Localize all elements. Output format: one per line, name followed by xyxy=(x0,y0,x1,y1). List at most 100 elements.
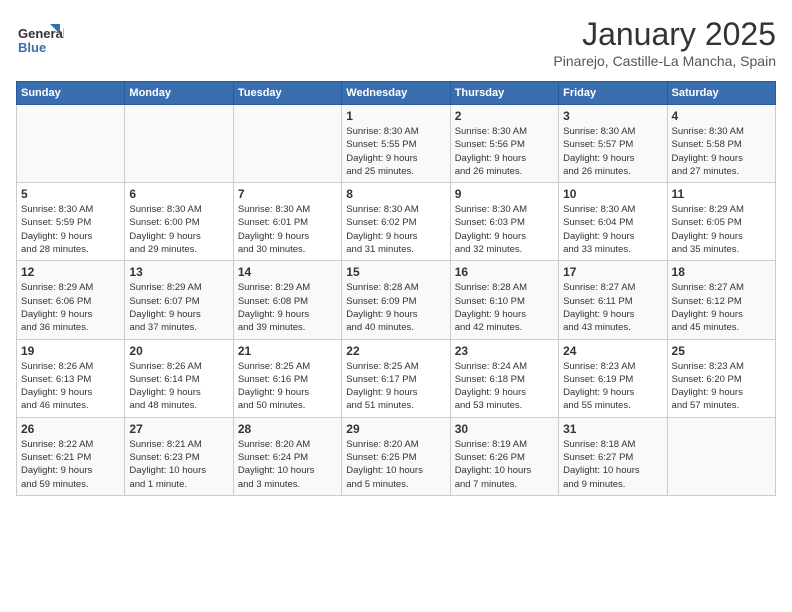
day-detail: Sunrise: 8:18 AM Sunset: 6:27 PM Dayligh… xyxy=(563,438,662,491)
calendar-cell: 9 Sunrise: 8:30 AM Sunset: 6:03 PM Daylig… xyxy=(450,183,558,261)
logo-icon: General Blue xyxy=(16,16,64,64)
calendar-cell: 5 Sunrise: 8:30 AM Sunset: 5:59 PM Daylig… xyxy=(17,183,125,261)
day-number: 9 xyxy=(455,187,554,201)
svg-text:Blue: Blue xyxy=(18,40,46,55)
day-number: 28 xyxy=(238,422,337,436)
day-detail: Sunrise: 8:30 AM Sunset: 5:56 PM Dayligh… xyxy=(455,125,554,178)
calendar-cell: 22 Sunrise: 8:25 AM Sunset: 6:17 PM Dayli… xyxy=(342,339,450,417)
calendar-cell xyxy=(233,105,341,183)
calendar-cell: 8 Sunrise: 8:30 AM Sunset: 6:02 PM Daylig… xyxy=(342,183,450,261)
calendar-cell: 27 Sunrise: 8:21 AM Sunset: 6:23 PM Dayli… xyxy=(125,417,233,495)
calendar-cell: 30 Sunrise: 8:19 AM Sunset: 6:26 PM Dayli… xyxy=(450,417,558,495)
day-number: 10 xyxy=(563,187,662,201)
calendar-cell: 13 Sunrise: 8:29 AM Sunset: 6:07 PM Dayli… xyxy=(125,261,233,339)
day-number: 20 xyxy=(129,344,228,358)
calendar-cell: 23 Sunrise: 8:24 AM Sunset: 6:18 PM Dayli… xyxy=(450,339,558,417)
calendar-cell xyxy=(667,417,775,495)
day-number: 23 xyxy=(455,344,554,358)
calendar-week-row: 12Sunrise: 8:29 AM Sunset: 6:06 PM Dayli… xyxy=(17,261,776,339)
day-number: 24 xyxy=(563,344,662,358)
day-of-week-header: Monday xyxy=(125,82,233,105)
day-detail: Sunrise: 8:30 AM Sunset: 6:03 PM Dayligh… xyxy=(455,203,554,256)
calendar-cell: 12Sunrise: 8:29 AM Sunset: 6:06 PM Dayli… xyxy=(17,261,125,339)
calendar-cell: 19 Sunrise: 8:26 AM Sunset: 6:13 PM Dayli… xyxy=(17,339,125,417)
day-detail: Sunrise: 8:26 AM Sunset: 6:13 PM Dayligh… xyxy=(21,360,120,413)
day-number: 21 xyxy=(238,344,337,358)
location-subtitle: Pinarejo, Castille-La Mancha, Spain xyxy=(553,53,776,69)
day-of-week-header: Friday xyxy=(559,82,667,105)
day-number: 25 xyxy=(672,344,771,358)
day-detail: Sunrise: 8:28 AM Sunset: 6:10 PM Dayligh… xyxy=(455,281,554,334)
day-number: 26 xyxy=(21,422,120,436)
calendar-cell: 17Sunrise: 8:27 AM Sunset: 6:11 PM Dayli… xyxy=(559,261,667,339)
day-detail: Sunrise: 8:28 AM Sunset: 6:09 PM Dayligh… xyxy=(346,281,445,334)
day-of-week-header: Thursday xyxy=(450,82,558,105)
day-number: 3 xyxy=(563,109,662,123)
day-number: 22 xyxy=(346,344,445,358)
day-number: 11 xyxy=(672,187,771,201)
calendar-cell xyxy=(17,105,125,183)
calendar-cell: 3 Sunrise: 8:30 AM Sunset: 5:57 PM Daylig… xyxy=(559,105,667,183)
month-title: January 2025 xyxy=(553,16,776,53)
day-number: 2 xyxy=(455,109,554,123)
day-number: 4 xyxy=(672,109,771,123)
calendar-cell: 21 Sunrise: 8:25 AM Sunset: 6:16 PM Dayli… xyxy=(233,339,341,417)
day-number: 5 xyxy=(21,187,120,201)
page-header: General Blue January 2025 Pinarejo, Cast… xyxy=(16,16,776,69)
day-of-week-header: Sunday xyxy=(17,82,125,105)
day-detail: Sunrise: 8:25 AM Sunset: 6:17 PM Dayligh… xyxy=(346,360,445,413)
day-number: 8 xyxy=(346,187,445,201)
calendar-cell xyxy=(125,105,233,183)
day-number: 19 xyxy=(21,344,120,358)
calendar-cell: 15 Sunrise: 8:28 AM Sunset: 6:09 PM Dayli… xyxy=(342,261,450,339)
calendar-cell: 2 Sunrise: 8:30 AM Sunset: 5:56 PM Daylig… xyxy=(450,105,558,183)
day-detail: Sunrise: 8:30 AM Sunset: 5:57 PM Dayligh… xyxy=(563,125,662,178)
calendar-cell: 31 Sunrise: 8:18 AM Sunset: 6:27 PM Dayli… xyxy=(559,417,667,495)
day-detail: Sunrise: 8:23 AM Sunset: 6:19 PM Dayligh… xyxy=(563,360,662,413)
day-number: 12 xyxy=(21,265,120,279)
day-number: 29 xyxy=(346,422,445,436)
day-number: 17 xyxy=(563,265,662,279)
day-detail: Sunrise: 8:27 AM Sunset: 6:12 PM Dayligh… xyxy=(672,281,771,334)
calendar-week-row: 5 Sunrise: 8:30 AM Sunset: 5:59 PM Daylig… xyxy=(17,183,776,261)
day-detail: Sunrise: 8:30 AM Sunset: 6:02 PM Dayligh… xyxy=(346,203,445,256)
day-detail: Sunrise: 8:22 AM Sunset: 6:21 PM Dayligh… xyxy=(21,438,120,491)
calendar-cell: 6Sunrise: 8:30 AM Sunset: 6:00 PM Daylig… xyxy=(125,183,233,261)
day-detail: Sunrise: 8:30 AM Sunset: 5:55 PM Dayligh… xyxy=(346,125,445,178)
calendar-header-row: SundayMondayTuesdayWednesdayThursdayFrid… xyxy=(17,82,776,105)
title-block: January 2025 Pinarejo, Castille-La Manch… xyxy=(553,16,776,69)
day-detail: Sunrise: 8:30 AM Sunset: 6:01 PM Dayligh… xyxy=(238,203,337,256)
calendar-cell: 14 Sunrise: 8:29 AM Sunset: 6:08 PM Dayli… xyxy=(233,261,341,339)
calendar-cell: 18Sunrise: 8:27 AM Sunset: 6:12 PM Dayli… xyxy=(667,261,775,339)
day-number: 1 xyxy=(346,109,445,123)
day-of-week-header: Wednesday xyxy=(342,82,450,105)
calendar-table: SundayMondayTuesdayWednesdayThursdayFrid… xyxy=(16,81,776,496)
day-number: 31 xyxy=(563,422,662,436)
day-number: 6 xyxy=(129,187,228,201)
day-number: 14 xyxy=(238,265,337,279)
logo: General Blue xyxy=(16,16,64,64)
day-detail: Sunrise: 8:20 AM Sunset: 6:25 PM Dayligh… xyxy=(346,438,445,491)
day-detail: Sunrise: 8:30 AM Sunset: 6:04 PM Dayligh… xyxy=(563,203,662,256)
day-number: 15 xyxy=(346,265,445,279)
day-detail: Sunrise: 8:30 AM Sunset: 5:59 PM Dayligh… xyxy=(21,203,120,256)
day-detail: Sunrise: 8:30 AM Sunset: 5:58 PM Dayligh… xyxy=(672,125,771,178)
day-number: 16 xyxy=(455,265,554,279)
day-detail: Sunrise: 8:29 AM Sunset: 6:07 PM Dayligh… xyxy=(129,281,228,334)
day-detail: Sunrise: 8:21 AM Sunset: 6:23 PM Dayligh… xyxy=(129,438,228,491)
day-number: 27 xyxy=(129,422,228,436)
calendar-cell: 29 Sunrise: 8:20 AM Sunset: 6:25 PM Dayli… xyxy=(342,417,450,495)
day-detail: Sunrise: 8:25 AM Sunset: 6:16 PM Dayligh… xyxy=(238,360,337,413)
day-detail: Sunrise: 8:29 AM Sunset: 6:08 PM Dayligh… xyxy=(238,281,337,334)
day-detail: Sunrise: 8:24 AM Sunset: 6:18 PM Dayligh… xyxy=(455,360,554,413)
calendar-week-row: 19 Sunrise: 8:26 AM Sunset: 6:13 PM Dayli… xyxy=(17,339,776,417)
day-of-week-header: Tuesday xyxy=(233,82,341,105)
day-number: 30 xyxy=(455,422,554,436)
day-detail: Sunrise: 8:23 AM Sunset: 6:20 PM Dayligh… xyxy=(672,360,771,413)
calendar-week-row: 26 Sunrise: 8:22 AM Sunset: 6:21 PM Dayli… xyxy=(17,417,776,495)
day-detail: Sunrise: 8:19 AM Sunset: 6:26 PM Dayligh… xyxy=(455,438,554,491)
calendar-cell: 11 Sunrise: 8:29 AM Sunset: 6:05 PM Dayli… xyxy=(667,183,775,261)
day-detail: Sunrise: 8:29 AM Sunset: 6:05 PM Dayligh… xyxy=(672,203,771,256)
day-number: 13 xyxy=(129,265,228,279)
day-detail: Sunrise: 8:20 AM Sunset: 6:24 PM Dayligh… xyxy=(238,438,337,491)
